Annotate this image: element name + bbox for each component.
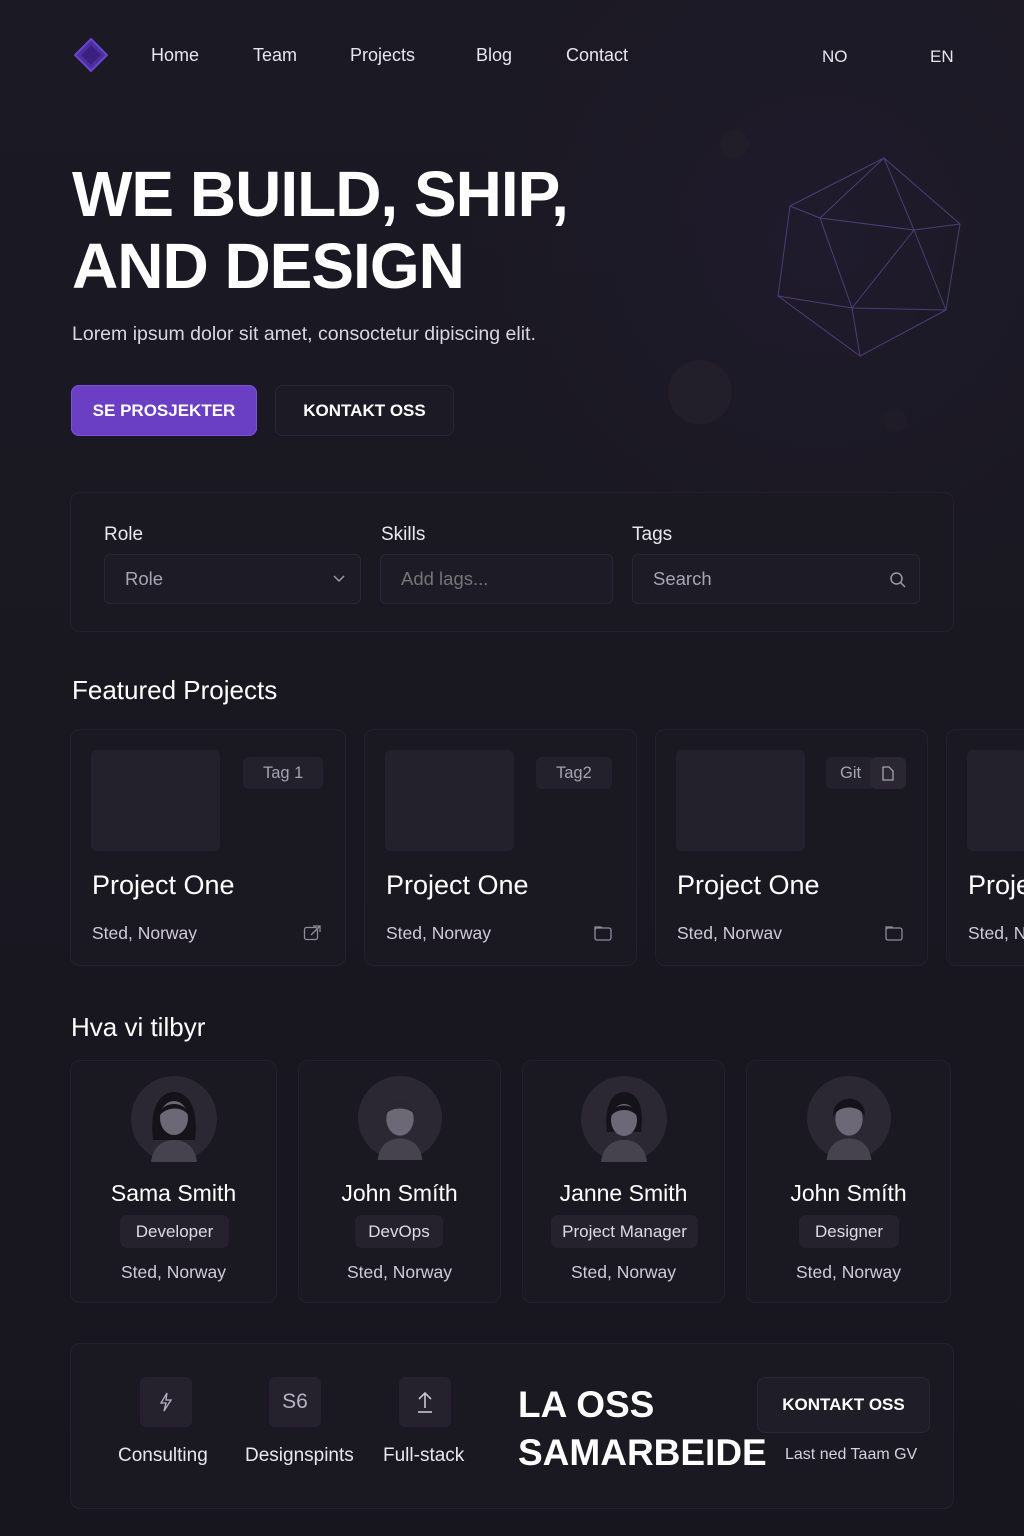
team-section-title: Hva vi tilbyr xyxy=(71,1012,206,1042)
member-name: Janne Smith xyxy=(559,1180,688,1206)
search-icon[interactable] xyxy=(889,571,907,589)
member-role-badge: Project Manager xyxy=(551,1215,698,1248)
service-fullstack-label: Full-stack xyxy=(383,1445,465,1466)
s6-icon-text: S6 xyxy=(282,1390,308,1413)
project-thumbnail xyxy=(967,750,1024,851)
team-member-card[interactable]: John Smíth Designer Sted, Norway xyxy=(746,1060,951,1303)
cta-title: LA OSS SAMARBEIDE xyxy=(518,1381,778,1477)
hero-title-line2: AND DESIGN xyxy=(72,230,465,302)
member-location: Sted, Norway xyxy=(795,1262,902,1282)
upload-arrow-icon[interactable] xyxy=(399,1377,451,1427)
tags-search-field[interactable]: Search xyxy=(632,554,920,604)
nav-home[interactable]: Home xyxy=(151,45,199,66)
contact-button[interactable]: KONTAKT OSS xyxy=(275,385,454,436)
team-member-card[interactable]: John Smíth DevOps Sted, Norway xyxy=(298,1060,501,1303)
member-role-badge: Developer xyxy=(120,1215,229,1248)
project-location: Sted, Norwav xyxy=(677,923,783,943)
file-icon xyxy=(870,757,906,789)
avatar xyxy=(131,1076,217,1162)
tags-search-placeholder: Search xyxy=(653,568,712,589)
folder-icon[interactable] xyxy=(885,925,903,941)
cta-title-line1: LA OSS xyxy=(518,1384,655,1425)
member-role-badge: DevOps xyxy=(355,1215,443,1248)
project-tag-label: Git xyxy=(840,763,862,782)
nav-team[interactable]: Team xyxy=(253,45,297,66)
project-card[interactable]: Proje Sted, N xyxy=(946,729,1024,966)
s6-icon[interactable]: S6 xyxy=(269,1377,321,1427)
service-consulting-label: Consulting xyxy=(118,1445,208,1466)
role-select[interactable]: Role xyxy=(104,554,361,604)
nav-blog[interactable]: Blog xyxy=(476,45,512,66)
hero-title: WE BUILD, SHIP, AND DESIGN xyxy=(72,158,632,302)
member-name: Sama Smith xyxy=(110,1180,237,1206)
cta-title-line2: SAMARBEIDE xyxy=(518,1432,767,1473)
polyhedron-decoration xyxy=(668,130,961,432)
lightning-icon[interactable] xyxy=(140,1377,192,1427)
member-location: Sted, Norway xyxy=(120,1262,227,1282)
project-card[interactable]: Tag 1 Project One Sted, Norway xyxy=(70,729,346,966)
project-title: Proje xyxy=(968,870,1024,900)
tags-label: Tags xyxy=(632,524,673,545)
project-title: Project One xyxy=(677,870,820,900)
project-thumbnail xyxy=(676,750,805,851)
project-card[interactable]: Git Project One Sted, Norwav xyxy=(655,729,928,966)
team-member-card[interactable]: Janne Smith Project Manager Sted, Norway xyxy=(522,1060,725,1303)
project-tag: Git xyxy=(826,757,876,789)
skills-label: Skills xyxy=(381,524,426,545)
project-location: Sted, N xyxy=(968,923,1024,943)
avatar xyxy=(581,1076,667,1162)
folder-icon[interactable] xyxy=(594,925,612,941)
member-location: Sted, Norway xyxy=(346,1262,453,1282)
member-role-badge: Designer xyxy=(799,1215,899,1248)
service-design-label: Designspints xyxy=(245,1445,354,1466)
member-name: John Smíth xyxy=(790,1180,907,1206)
team-member-card[interactable]: Sama Smith Developer Sted, Norway xyxy=(70,1060,277,1303)
project-card[interactable]: Tag2 Project One Sted, Norway xyxy=(364,729,637,966)
cta-contact-button[interactable]: KONTAKT OSS xyxy=(757,1377,930,1433)
avatar xyxy=(358,1076,442,1160)
member-name: John Smíth xyxy=(341,1180,458,1206)
featured-projects-title: Featured Projects xyxy=(72,675,278,705)
role-label: Role xyxy=(104,524,144,545)
skills-input[interactable] xyxy=(380,554,613,604)
project-tag: Tag2 xyxy=(536,757,612,789)
role-select-value: Role xyxy=(125,568,164,589)
project-thumbnail xyxy=(91,750,220,851)
project-location: Sted, Norway xyxy=(92,923,198,943)
hero-subtitle: Lorem ipsum dolor sit amet, consoctetur … xyxy=(72,323,536,345)
project-title: Project One xyxy=(386,870,529,900)
purple-diamond-logo-icon[interactable] xyxy=(74,38,108,72)
hero-title-line1: WE BUILD, SHIP, xyxy=(72,158,569,230)
lang-no[interactable]: NO xyxy=(822,47,848,67)
external-link-icon[interactable] xyxy=(303,925,321,941)
see-projects-button[interactable]: SE PROSJEKTER xyxy=(71,385,257,436)
project-location: Sted, Norway xyxy=(386,923,492,943)
lang-en[interactable]: EN xyxy=(930,47,954,67)
nav-contact[interactable]: Contact xyxy=(566,45,628,66)
project-thumbnail xyxy=(385,750,514,851)
project-title: Project One xyxy=(92,870,235,900)
avatar xyxy=(807,1076,891,1160)
project-tag: Tag 1 xyxy=(243,757,324,789)
nav-projects[interactable]: Projects xyxy=(350,45,415,66)
cta-note[interactable]: Last ned Taam GV xyxy=(785,1446,917,1464)
chevron-down-icon xyxy=(333,575,345,583)
member-location: Sted, Norway xyxy=(570,1262,677,1282)
